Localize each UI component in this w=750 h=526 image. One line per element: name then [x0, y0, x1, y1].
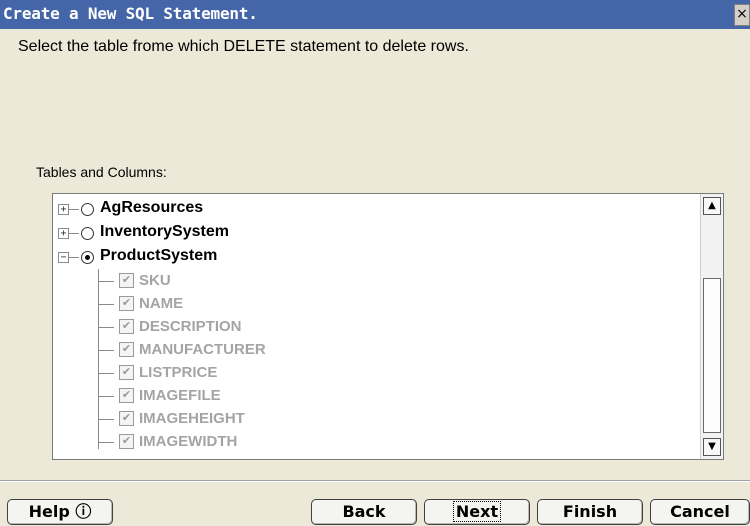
checkbox-checked-icon[interactable]: ✔	[119, 273, 134, 288]
table-name: ProductSystem	[100, 247, 218, 264]
scrollbar-thumb[interactable]	[703, 278, 721, 433]
tree-connector	[69, 209, 79, 210]
tree-connector	[69, 233, 79, 234]
checkbox-checked-icon[interactable]: ✔	[119, 388, 134, 403]
window-title: Create a New SQL Statement.	[3, 4, 258, 23]
expand-icon[interactable]: +	[58, 204, 69, 215]
tree-connector	[98, 419, 114, 420]
tables-columns-label: Tables and Columns:	[36, 164, 167, 180]
tree-connector	[98, 304, 114, 305]
expand-icon[interactable]: +	[58, 228, 69, 239]
tree-connector	[98, 327, 114, 328]
column-name: SKU	[139, 272, 171, 289]
scroll-down-icon[interactable]: ▼	[703, 438, 721, 456]
tree-connector	[98, 350, 114, 351]
column-name: DESCRIPTION	[139, 318, 242, 335]
column-name: NAME	[139, 295, 184, 312]
checkbox-checked-icon[interactable]: ✔	[119, 365, 134, 380]
checkbox-checked-icon[interactable]: ✔	[119, 434, 134, 449]
table-name: AgResources	[100, 199, 204, 216]
cancel-button[interactable]: Cancel	[650, 499, 750, 525]
tables-tree-panel: + AgResources + InventorySystem − Produc…	[52, 193, 724, 460]
next-button-label: Next	[452, 501, 502, 522]
create-sql-dialog: Create a New SQL Statement. × Select the…	[0, 0, 750, 526]
back-button[interactable]: Back	[311, 499, 417, 525]
close-button[interactable]: ×	[734, 4, 750, 26]
help-button[interactable]: Help ⓘ	[7, 499, 113, 525]
tree-connector	[69, 257, 79, 258]
column-name: MANUFACTURER	[139, 341, 266, 358]
vertical-scrollbar[interactable]: ▲ ▼	[700, 194, 723, 459]
finish-button[interactable]: Finish	[537, 499, 643, 525]
checkbox-checked-icon[interactable]: ✔	[119, 319, 134, 334]
collapse-icon[interactable]: −	[58, 252, 69, 263]
title-bar: Create a New SQL Statement. ×	[0, 0, 750, 29]
column-name: IMAGEWIDTH	[139, 433, 238, 450]
tree-connector	[98, 373, 114, 374]
checkbox-checked-icon[interactable]: ✔	[119, 342, 134, 357]
table-name: InventorySystem	[100, 223, 229, 240]
tables-tree: + AgResources + InventorySystem − Produc…	[53, 194, 699, 459]
tree-connector	[98, 269, 99, 449]
column-name: IMAGEHEIGHT	[139, 410, 245, 427]
tree-connector	[98, 396, 114, 397]
tree-connector	[98, 281, 114, 282]
table-radio-selected-icon[interactable]	[81, 251, 94, 264]
column-name: LISTPRICE	[139, 364, 218, 381]
scroll-up-icon[interactable]: ▲	[703, 197, 721, 215]
instruction-text: Select the table frome which DELETE stat…	[18, 38, 469, 55]
tree-connector	[98, 442, 114, 443]
table-radio-icon[interactable]	[81, 227, 94, 240]
next-button[interactable]: Next	[424, 499, 530, 525]
divider	[0, 481, 750, 482]
checkbox-checked-icon[interactable]: ✔	[119, 296, 134, 311]
checkbox-checked-icon[interactable]: ✔	[119, 411, 134, 426]
table-radio-icon[interactable]	[81, 203, 94, 216]
column-name: IMAGEFILE	[139, 387, 221, 404]
